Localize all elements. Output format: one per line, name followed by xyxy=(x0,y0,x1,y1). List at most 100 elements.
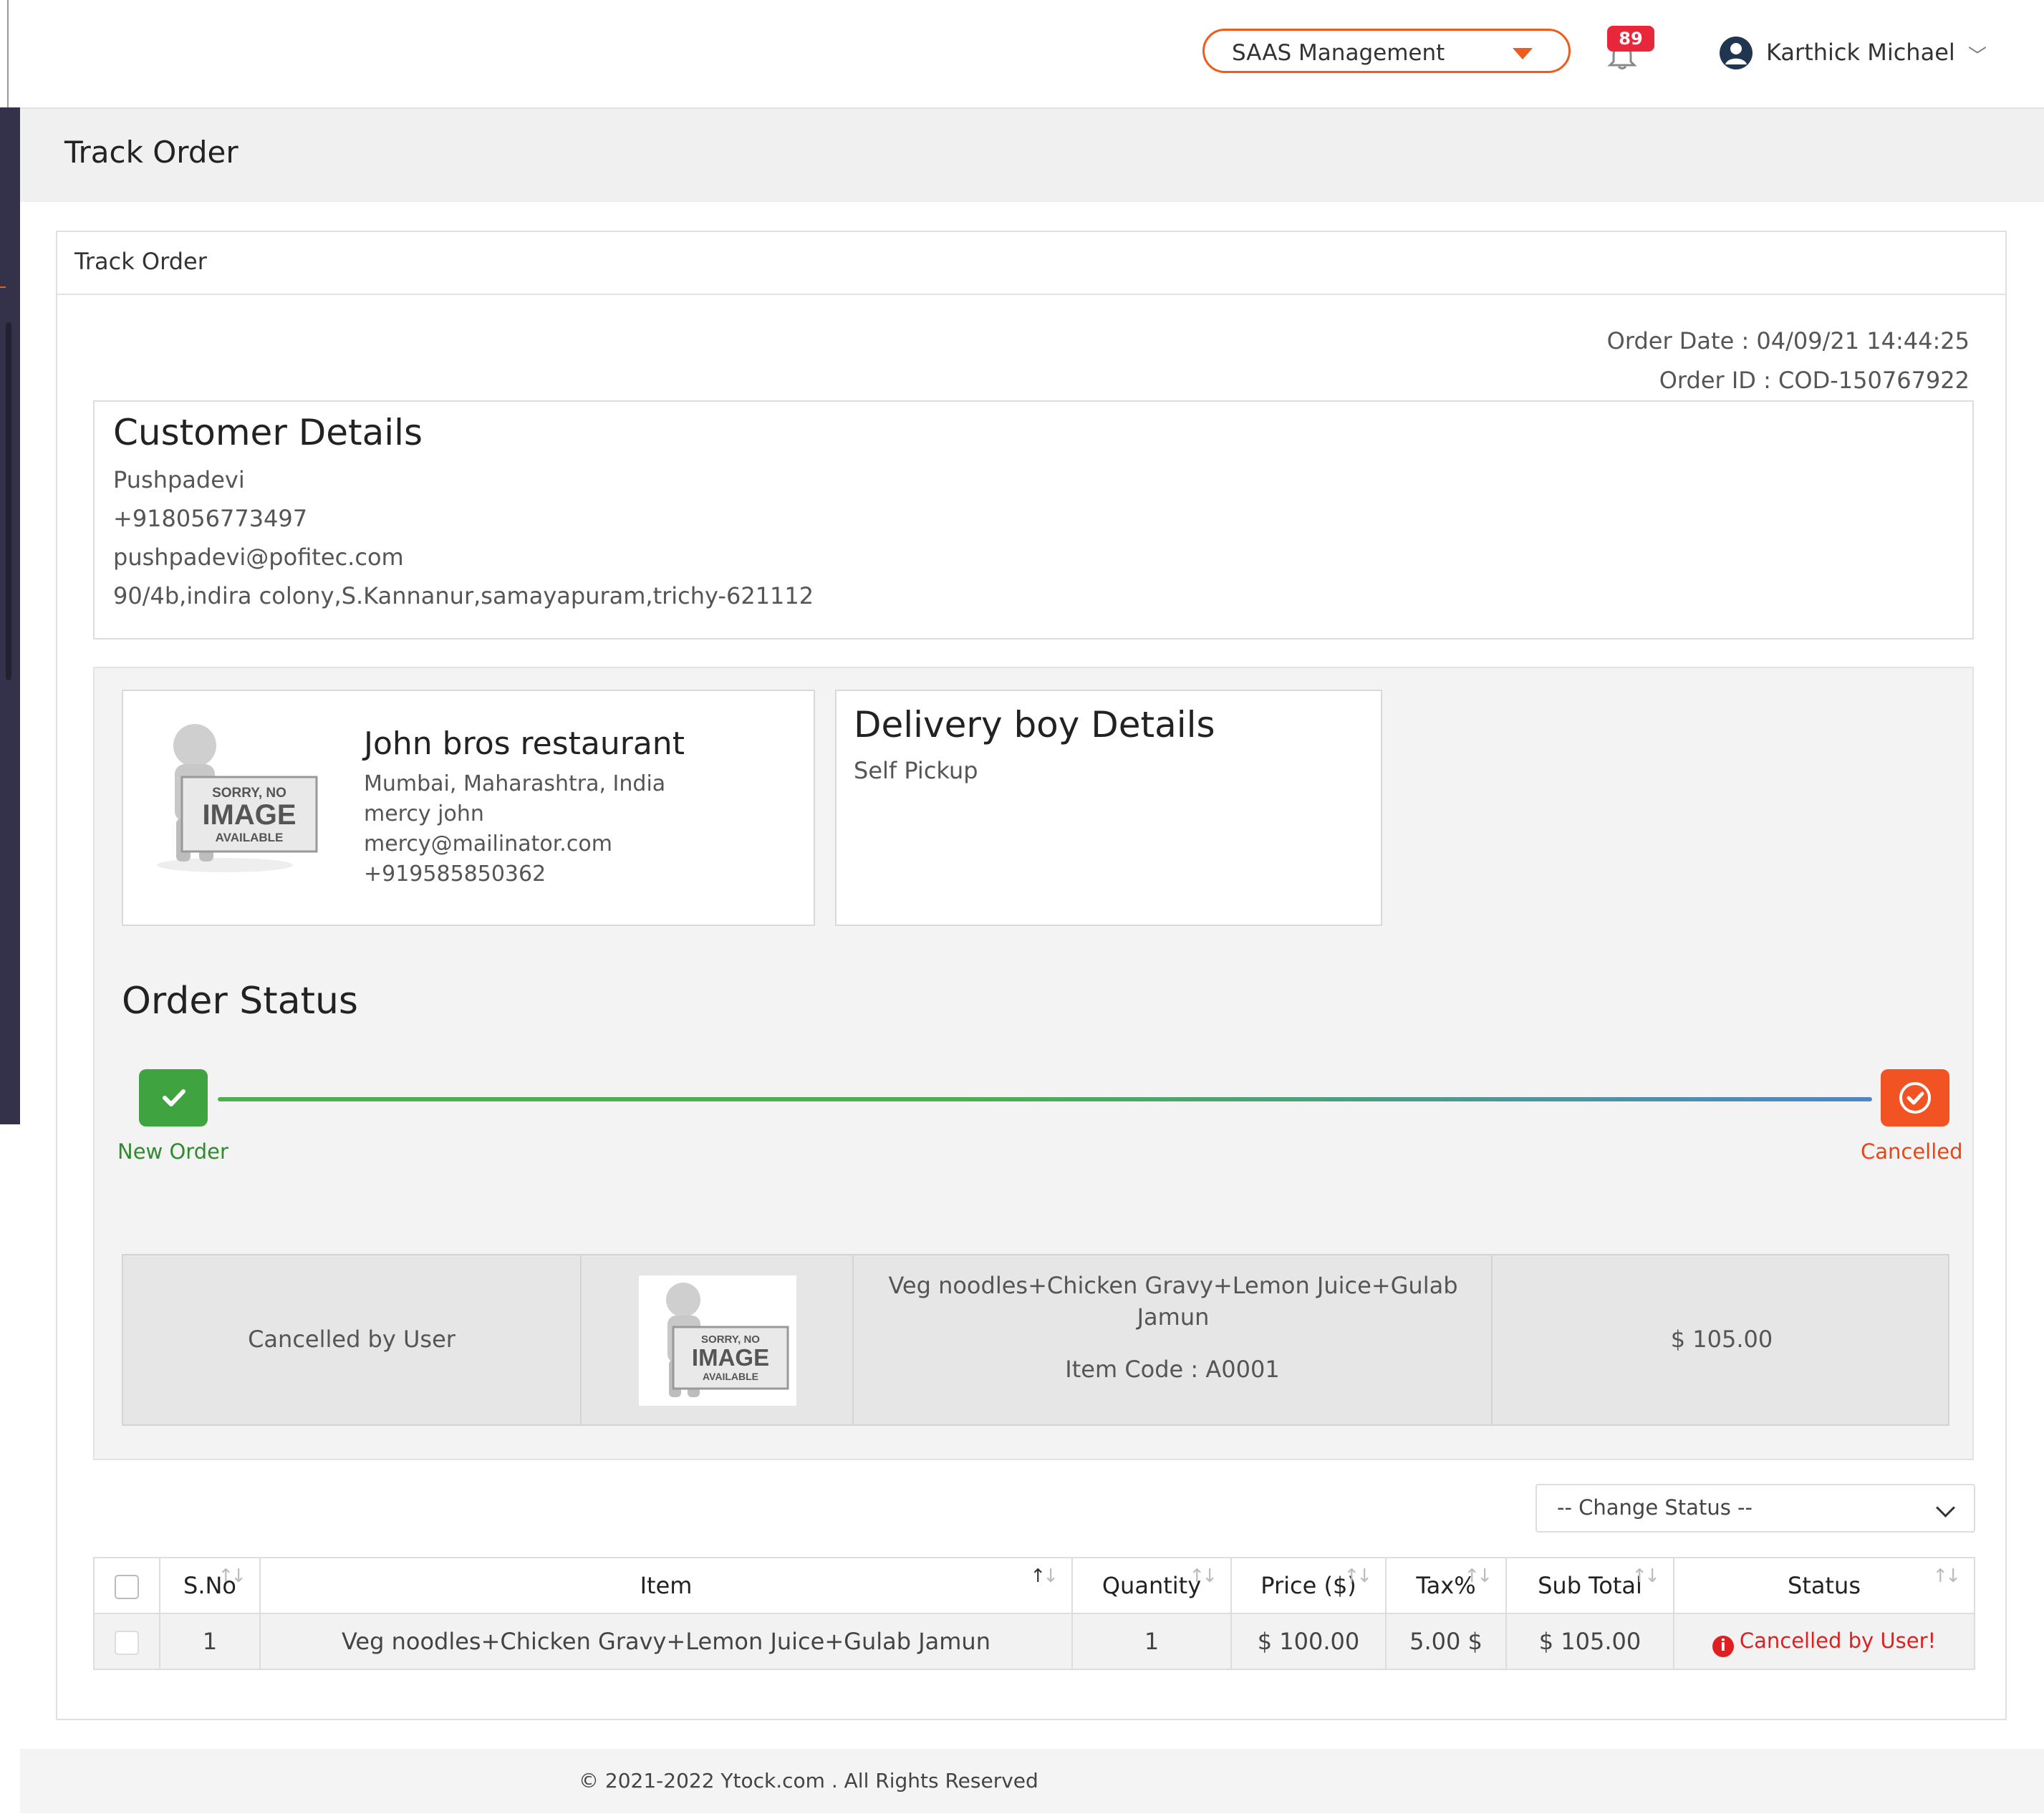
restaurant-card: SORRY, NO IMAGE AVAILABLE John bros rest… xyxy=(122,690,815,926)
table-row: 1 Veg noodles+Chicken Gravy+Lemon Juice+… xyxy=(93,1613,1975,1670)
no-image-placeholder: SORRY, NO IMAGE AVAILABLE xyxy=(139,718,325,877)
col-sno[interactable]: S.No ↑↓ xyxy=(159,1557,261,1614)
user-name: Karthick Michael xyxy=(1766,39,1955,66)
customer-phone: +918056773497 xyxy=(113,505,308,532)
change-status-select[interactable]: -- Change Status -- xyxy=(1536,1484,1975,1533)
row-tax: 5.00 $ xyxy=(1385,1613,1507,1670)
row-price: $ 100.00 xyxy=(1230,1613,1387,1670)
track-order-card: Track Order Order Date : 04/09/21 14:44:… xyxy=(56,231,2007,1720)
order-meta: Order Date : 04/09/21 14:44:25 Order ID … xyxy=(1607,322,1970,400)
sort-icon[interactable]: ↑↓ xyxy=(1344,1565,1372,1587)
step-new-order xyxy=(139,1069,208,1126)
row-checkbox[interactable] xyxy=(115,1631,139,1655)
card-title: Track Order xyxy=(74,248,207,275)
col-subtotal[interactable]: Sub Total ↑↓ xyxy=(1505,1557,1674,1614)
delivery-card: Delivery boy Details Self Pickup xyxy=(835,690,1382,926)
select-all-cell xyxy=(93,1557,160,1614)
order-id: Order ID : COD-150767922 xyxy=(1659,367,1970,394)
col-item[interactable]: Item ↑↓ xyxy=(259,1557,1073,1614)
table-header-row: S.No ↑↓ Item ↑↓ Quantity ↑↓ Price ($) ↑↓ Tax… xyxy=(93,1557,1975,1614)
restaurant-email: mercy@mailinator.com xyxy=(364,831,612,857)
order-item-summary: Cancelled by User SORRY, NO IMAGE AVAILA… xyxy=(122,1254,1949,1426)
no-image-line1: SORRY, NO xyxy=(212,786,286,801)
restaurant-name: John bros restaurant xyxy=(364,725,685,762)
sort-icon[interactable]: ↑↓ xyxy=(1464,1565,1493,1587)
row-quantity: 1 xyxy=(1071,1613,1232,1670)
col-price[interactable]: Price ($) ↑↓ xyxy=(1230,1557,1387,1614)
summary-item-name: Veg noodles+Chicken Gravy+Lemon Juice+Gu… xyxy=(888,1272,1458,1331)
order-items-table: S.No ↑↓ Item ↑↓ Quantity ↑↓ Price ($) ↑↓ Tax… xyxy=(93,1557,1975,1670)
summary-status-cell: Cancelled by User xyxy=(123,1255,582,1424)
select-all-checkbox[interactable] xyxy=(115,1575,139,1599)
delivery-value: Self Pickup xyxy=(854,757,978,784)
col-quantity[interactable]: Quantity ↑↓ xyxy=(1071,1557,1232,1614)
sort-icon[interactable]: ↑↓ xyxy=(1189,1565,1218,1587)
restaurant-phone: +919585850362 xyxy=(364,862,546,887)
footer-copyright: © 2021-2022 Ytock.com . All Rights Reser… xyxy=(579,1769,1038,1793)
sidebar-marker xyxy=(0,286,6,288)
sort-asc-icon[interactable]: ↑↓ xyxy=(1030,1565,1059,1587)
user-avatar-icon xyxy=(1720,37,1753,69)
sort-icon[interactable]: ↑↓ xyxy=(1932,1565,1961,1587)
summary-item-code: Item Code : A0001 xyxy=(1065,1356,1280,1383)
sidebar xyxy=(0,107,20,1124)
caret-down-icon xyxy=(1513,48,1533,59)
header-edge xyxy=(0,0,9,107)
no-image-line2: IMAGE xyxy=(202,799,296,831)
row-status-cell: i Cancelled by User! xyxy=(1673,1613,1975,1670)
delivery-heading: Delivery boy Details xyxy=(854,704,1215,746)
page-title: Track Order xyxy=(64,135,238,170)
no-image-placeholder: SORRY, NO IMAGE AVAILABLE xyxy=(639,1275,796,1406)
page-title-bar: Track Order xyxy=(20,109,2044,203)
chevron-down-icon: ﹀ xyxy=(1968,46,1987,67)
restaurant-contact: mercy john xyxy=(364,801,484,826)
customer-address: 90/4b,indira colony,S.Kannanur,samayapur… xyxy=(113,582,814,609)
sort-icon[interactable]: ↑↓ xyxy=(1631,1565,1660,1587)
row-select-cell xyxy=(93,1613,160,1670)
col-quantity-label: Quantity xyxy=(1101,1572,1202,1599)
step-new-order-label: New Order xyxy=(117,1139,228,1164)
summary-amount: $ 105.00 xyxy=(1670,1326,1773,1353)
workspace-select[interactable]: SAAS Management xyxy=(1202,29,1571,73)
order-date: Order Date : 04/09/21 14:44:25 xyxy=(1606,327,1970,354)
col-item-label: Item xyxy=(640,1572,693,1599)
footer: © 2021-2022 Ytock.com . All Rights Reser… xyxy=(20,1749,2044,1813)
card-header: Track Order xyxy=(57,232,2005,295)
row-subtotal: $ 105.00 xyxy=(1505,1613,1674,1670)
check-circle-icon xyxy=(1899,1082,1931,1114)
step-cancelled-label: Cancelled xyxy=(1861,1139,1963,1164)
check-icon xyxy=(163,1089,185,1106)
step-cancelled xyxy=(1881,1069,1949,1126)
no-image-line3: AVAILABLE xyxy=(703,1371,758,1382)
summary-status: Cancelled by User xyxy=(248,1326,455,1353)
summary-image-cell: SORRY, NO IMAGE AVAILABLE xyxy=(582,1255,854,1424)
change-status-placeholder: -- Change Status -- xyxy=(1557,1495,1753,1520)
customer-name: Pushpadevi xyxy=(113,466,245,493)
customer-email: pushpadevi@pofitec.com xyxy=(113,544,404,571)
sidebar-scrollbar[interactable] xyxy=(6,322,11,680)
chevron-down-icon xyxy=(1936,1498,1955,1518)
top-header: SAAS Management 89 Karthick Michael ﹀ xyxy=(0,0,2044,109)
order-panel: SORRY, NO IMAGE AVAILABLE John bros rest… xyxy=(93,667,1974,1460)
summary-amount-cell: $ 105.00 xyxy=(1493,1255,1951,1424)
sort-icon[interactable]: ↑↓ xyxy=(218,1565,246,1587)
summary-item-cell: Veg noodles+Chicken Gravy+Lemon Juice+Gu… xyxy=(854,1255,1493,1424)
customer-heading: Customer Details xyxy=(113,412,423,453)
row-sno: 1 xyxy=(159,1613,261,1670)
col-status-label: Status xyxy=(1788,1572,1861,1599)
info-icon: i xyxy=(1712,1635,1734,1657)
row-item: Veg noodles+Chicken Gravy+Lemon Juice+Gu… xyxy=(259,1613,1073,1670)
col-status[interactable]: Status ↑↓ xyxy=(1673,1557,1975,1614)
notification-badge: 89 xyxy=(1607,26,1654,52)
col-price-label: Price ($) xyxy=(1260,1572,1356,1599)
no-image-line2: IMAGE xyxy=(692,1344,769,1371)
col-tax[interactable]: Tax% ↑↓ xyxy=(1385,1557,1507,1614)
status-progress-line xyxy=(218,1097,1872,1101)
col-subtotal-label: Sub Total xyxy=(1538,1572,1642,1599)
no-image-line3: AVAILABLE xyxy=(216,831,284,844)
row-status: Cancelled by User! xyxy=(1739,1628,1937,1653)
status-badge: i Cancelled by User! xyxy=(1712,1628,1937,1657)
restaurant-location: Mumbai, Maharashtra, India xyxy=(364,771,666,796)
order-status-heading: Order Status xyxy=(122,980,359,1023)
customer-details: Customer Details Pushpadevi +91805677349… xyxy=(93,400,1974,640)
